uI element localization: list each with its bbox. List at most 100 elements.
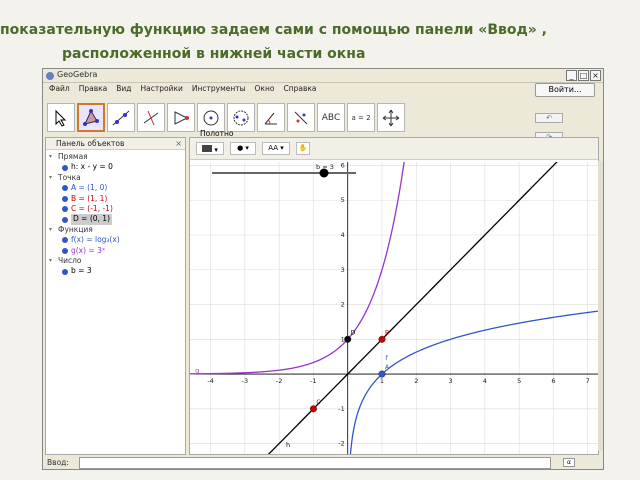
y-tick-label: 5	[341, 196, 345, 204]
undo-button[interactable]: ↶	[535, 113, 563, 123]
visibility-toggle-icon[interactable]	[62, 185, 68, 192]
maximize-button[interactable]: □	[578, 70, 589, 81]
menu-window[interactable]: Окно	[255, 84, 275, 96]
visibility-toggle-icon[interactable]	[62, 237, 68, 244]
x-tick-label: 3	[449, 377, 453, 385]
series-line-g	[190, 162, 405, 375]
reflect-line-icon	[294, 111, 308, 124]
x-tick-label: -3	[242, 377, 248, 385]
vertical-scrollbar[interactable]	[598, 161, 603, 451]
x-tick-label: 4	[483, 377, 487, 385]
algebra-object[interactable]: C = (-1, -1)	[52, 204, 185, 214]
slider-label: b = 3	[316, 163, 334, 171]
input-field[interactable]	[79, 457, 551, 469]
x-tick-label: 1	[380, 377, 384, 385]
y-tick-label: 2	[341, 301, 345, 309]
triangle-icon	[174, 110, 189, 125]
algebra-object[interactable]: g(x) = 3ˣ	[52, 246, 185, 256]
polygon-tool-button[interactable]	[77, 103, 105, 132]
y-tick-label: 6	[341, 162, 345, 169]
y-tick-label: -1	[338, 405, 344, 413]
window-title: GeoGebra	[57, 70, 98, 79]
series-label: h	[286, 441, 290, 449]
close-panel-icon[interactable]: ×	[175, 138, 182, 150]
login-button[interactable]: Войти...	[535, 83, 595, 97]
algebra-object[interactable]: A = (1, 0)	[52, 183, 185, 193]
algebra-object[interactable]: b = 3	[52, 266, 185, 276]
algebra-list: Прямаяh: x - y = 0ТочкаA = (1, 0)B = (1,…	[46, 150, 185, 277]
fix-object-button[interactable]: ✋	[296, 142, 310, 155]
title-bar: GeoGebra _ □ ×	[43, 69, 603, 83]
visibility-toggle-icon[interactable]	[62, 268, 68, 275]
text-tool-button[interactable]: ABC	[317, 103, 345, 132]
circle-icon	[203, 110, 219, 125]
series-line-h	[267, 162, 558, 454]
algebra-category[interactable]: Функция	[49, 225, 185, 236]
text-tool-label: ABC	[321, 112, 341, 123]
perpendicular-tool-button[interactable]	[137, 103, 165, 132]
graphics-panel: Полотно ▾ ● ▾ AA ▾ ✋ -4 -3 -2 -1 1 2 3 4 5 6 7 -2 -1…	[189, 129, 599, 455]
menu-help[interactable]: Справка	[283, 84, 316, 96]
circle-tool-button[interactable]	[197, 103, 225, 132]
algebra-category[interactable]: Точка	[49, 173, 185, 184]
algebra-panel: Панель объектов × Прямаяh: x - y = 0Точк…	[45, 137, 186, 455]
menu-view[interactable]: Вид	[116, 84, 131, 96]
algebra-object[interactable]: D = (0, 1)	[52, 214, 185, 225]
y-tick-label: -2	[338, 440, 344, 448]
menu-tools[interactable]: Инструменты	[192, 84, 246, 96]
menu-settings[interactable]: Настройки	[141, 84, 183, 96]
line-icon	[112, 110, 130, 125]
visibility-toggle-icon[interactable]	[62, 164, 68, 171]
menu-file[interactable]: Файл	[49, 84, 70, 96]
visibility-toggle-icon[interactable]	[62, 216, 68, 223]
slider-tool-button[interactable]: a = 2	[347, 103, 375, 132]
point-label: C	[316, 399, 320, 406]
slider-tool-label: a = 2	[351, 113, 371, 122]
point-D	[344, 335, 352, 343]
menu-edit[interactable]: Правка	[79, 84, 108, 96]
algebra-object-label: h: x - y = 0	[71, 162, 113, 172]
algebra-object-label: f(x) = log₃(x)	[71, 235, 120, 245]
triangle-tool-button[interactable]	[167, 103, 195, 132]
algebra-panel-header: Панель объектов ×	[46, 138, 185, 150]
visibility-toggle-icon[interactable]	[62, 195, 68, 202]
polygon-icon	[83, 108, 99, 126]
input-help-button[interactable]: α	[563, 458, 575, 467]
algebra-object-label: C = (-1, -1)	[71, 204, 113, 214]
perpendicular-icon	[143, 110, 159, 125]
algebra-object[interactable]: h: x - y = 0	[52, 162, 185, 172]
point-label: D	[351, 329, 356, 336]
x-tick-label: -2	[276, 377, 282, 385]
caption-line-2: расположенной в нижней части окна	[62, 46, 366, 62]
series-label: g	[195, 366, 199, 374]
app-icon	[46, 72, 54, 80]
series-label: f	[385, 354, 388, 362]
color-picker-button[interactable]: ▾	[196, 142, 224, 155]
move-tool-button[interactable]	[47, 103, 75, 132]
visibility-toggle-icon[interactable]	[62, 247, 68, 254]
line-tool-button[interactable]	[107, 103, 135, 132]
move-graphics-tool-button[interactable]	[377, 103, 405, 132]
algebra-category[interactable]: Прямая	[49, 152, 185, 163]
input-label: Ввод:	[47, 458, 69, 467]
graphics-panel-title: Полотно	[200, 129, 234, 138]
point-B	[378, 335, 386, 343]
label-style-button[interactable]: AA ▾	[262, 142, 290, 155]
minimize-button[interactable]: _	[566, 70, 577, 81]
graphics-style-bar: Полотно ▾ ● ▾ AA ▾ ✋	[190, 129, 598, 160]
conic-tool-button[interactable]	[227, 103, 255, 132]
angle-tool-button[interactable]	[257, 103, 285, 132]
close-button[interactable]: ×	[590, 70, 601, 81]
algebra-category[interactable]: Число	[49, 256, 185, 267]
algebra-object-label: A = (1, 0)	[71, 183, 108, 193]
conic-icon	[233, 110, 249, 125]
point-style-button[interactable]: ● ▾	[230, 142, 256, 155]
caption-line-1: показательную функцию задаем сами с помо…	[0, 22, 548, 38]
visibility-toggle-icon[interactable]	[62, 206, 68, 213]
algebra-object[interactable]: B = (1, 1)	[52, 194, 185, 204]
algebra-panel-title: Панель объектов	[56, 139, 125, 148]
reflect-tool-button[interactable]	[287, 103, 315, 132]
y-tick-label: 4	[341, 231, 345, 239]
coordinate-plane[interactable]: -4 -3 -2 -1 1 2 3 4 5 6 7-2-1123456gfhABCDb = 3	[190, 162, 598, 454]
algebra-object[interactable]: f(x) = log₃(x)	[52, 235, 185, 245]
